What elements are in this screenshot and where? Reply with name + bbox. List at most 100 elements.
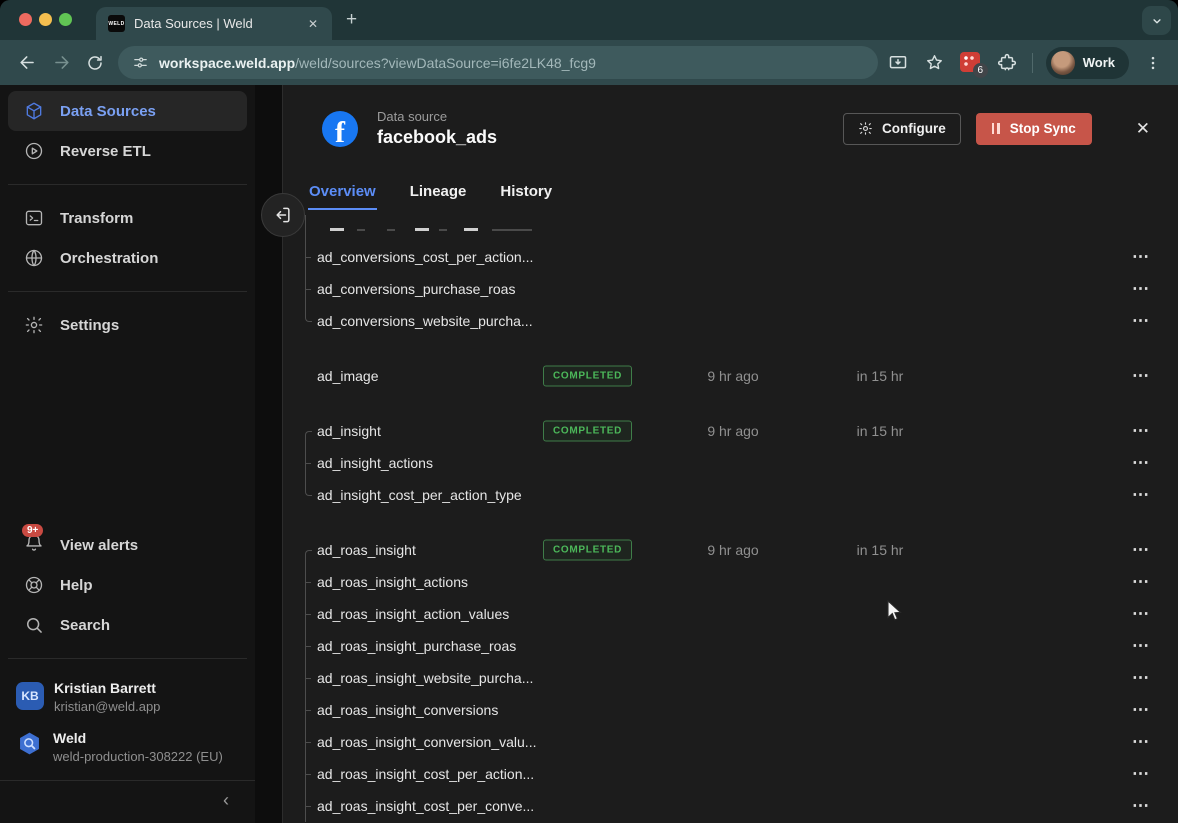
close-panel-icon[interactable]: ✕ [1136,119,1150,139]
browser-toolbar: workspace.weld.app/weld/sources?viewData… [0,40,1178,85]
sidebar-item-label: Settings [60,316,120,334]
extension-badge: 6 [972,62,988,78]
close-window-button[interactable] [19,13,32,26]
workspace-texts: Weld weld-production-308222 (EU) [53,730,223,764]
table-row[interactable]: ad_image COMPLETED 9 hr ago in 15 hr ⋯ [283,360,1178,392]
sidebar-item-orchestration[interactable]: Orchestration [8,238,247,278]
table-name: ad_roas_insight_purchase_roas [317,638,517,654]
tree-connector [305,726,314,758]
refresh-button[interactable] [78,46,112,80]
row-menu-button[interactable]: ⋯ [1126,790,1156,822]
browser-profile-button[interactable]: Work [1045,46,1129,79]
tab-history[interactable]: History [499,183,553,210]
tree-connector [305,360,314,392]
sidebar-item-transform[interactable]: Transform [8,198,247,238]
tab-search-button[interactable] [1142,6,1171,35]
sidebar-item-view-alerts[interactable]: 9+ View alerts [8,524,247,565]
row-menu-button[interactable]: ⋯ [1126,758,1156,790]
url-bar[interactable]: workspace.weld.app/weld/sources?viewData… [118,46,878,79]
table-row[interactable]: ad_roas_insight_purchase_roas ⋯ [283,630,1178,662]
table-name: ad_conversions_cost_per_action... [317,249,534,265]
maximize-window-button[interactable] [59,13,72,26]
browser-tab[interactable]: WELD Data Sources | Weld ✕ [96,7,332,40]
bookmark-star-button[interactable] [923,46,947,80]
table-row[interactable]: ad_insight COMPLETED 9 hr ago in 15 hr ⋯ [283,415,1178,447]
row-menu-button[interactable]: ⋯ [1126,415,1156,447]
table-row[interactable]: ad_roas_insight_actions ⋯ [283,566,1178,598]
table-row[interactable]: ad_conversions_cost_per_action... ⋯ [283,241,1178,273]
table-row[interactable]: ad_roas_insight_conversion_valu... ⋯ [283,726,1178,758]
row-menu-button[interactable]: ⋯ [1126,479,1156,511]
row-menu-button[interactable]: ⋯ [1126,726,1156,758]
pinned-extension-button[interactable]: 6 [959,51,988,78]
table-row[interactable]: ad_roas_insight COMPLETED 9 hr ago in 15… [283,534,1178,566]
data-source-kicker: Data source [377,109,448,124]
close-drawer-button[interactable] [261,193,305,237]
row-menu-button[interactable]: ⋯ [1126,305,1156,337]
new-tab-button[interactable]: + [346,9,357,31]
row-menu-button[interactable]: ⋯ [1126,273,1156,305]
table-group: ad_image COMPLETED 9 hr ago in 15 hr ⋯ [283,360,1178,392]
browser-menu-button[interactable] [1142,46,1164,80]
table-row[interactable]: ad_insight_cost_per_action_type ⋯ [283,479,1178,511]
row-menu-button[interactable]: ⋯ [1126,694,1156,726]
install-app-button[interactable] [886,46,910,80]
table-row[interactable]: ad_roas_insight_website_purcha... ⋯ [283,662,1178,694]
chevron-down-icon [1152,18,1161,23]
row-menu-button[interactable]: ⋯ [1126,630,1156,662]
back-button[interactable] [10,46,44,80]
row-menu-button[interactable]: ⋯ [1126,534,1156,566]
row-menu-button[interactable]: ⋯ [1126,662,1156,694]
minimize-window-button[interactable] [39,13,52,26]
sidebar-divider [8,184,247,185]
tab-overview[interactable]: Overview [308,183,377,210]
row-menu-button[interactable]: ⋯ [1126,598,1156,630]
workspace-account[interactable]: Weld weld-production-308222 (EU) [8,722,247,772]
extensions-menu-button[interactable] [995,46,1019,80]
pause-icon [991,123,1000,134]
row-menu-button[interactable]: ⋯ [1126,566,1156,598]
user-account[interactable]: KB Kristian Barrett kristian@weld.app [8,672,247,722]
browser-window: WELD Data Sources | Weld ✕ + workspace.w… [0,0,1178,823]
sidebar-item-search[interactable]: Search [8,605,247,645]
last-sync-time: 9 hr ago [707,423,759,439]
tree-connector [305,273,314,305]
tab-close-icon[interactable]: ✕ [304,15,322,33]
table-row[interactable]: ad_conversions_purchase_roas ⋯ [283,273,1178,305]
table-row[interactable]: ad_conversions_website_purcha... ⋯ [283,305,1178,337]
sidebar-item-reverse-etl[interactable]: Reverse ETL [8,131,247,171]
row-menu-button[interactable]: ⋯ [1126,241,1156,273]
browser-tabstrip: WELD Data Sources | Weld ✕ + [0,0,1178,40]
row-menu-button[interactable]: ⋯ [1126,447,1156,479]
tree-connector [305,598,314,630]
tree-connector [305,479,314,511]
sidebar-item-help[interactable]: Help [8,565,247,605]
collapse-sidebar-button[interactable]: ‹ [223,791,229,809]
sidebar-item-settings[interactable]: Settings [8,305,247,345]
table-row[interactable]: ad_roas_insight_cost_per_action... ⋯ [283,758,1178,790]
configure-button[interactable]: Configure [842,112,961,145]
table-row[interactable]: ad_roas_insight_conversions ⋯ [283,694,1178,726]
app-content: Data Sources Reverse ETL Transform Orche… [0,85,1178,823]
window-controls [19,13,72,26]
kebab-menu-icon [1151,56,1155,69]
table-row[interactable]: ad_roas_insight_cost_per_conve... ⋯ [283,790,1178,822]
gear-icon [25,316,43,334]
stop-sync-button[interactable]: Stop Sync [975,112,1092,145]
forward-button[interactable] [44,46,78,80]
table-row[interactable]: ad_roas_insight_action_values ⋯ [283,598,1178,630]
sidebar-item-label: Transform [60,209,134,227]
panel-exit-icon [276,207,290,223]
refresh-icon [88,55,102,70]
table-name: ad_roas_insight_cost_per_conve... [317,798,535,814]
tree-connector [305,694,314,726]
tab-lineage[interactable]: Lineage [409,183,468,210]
row-menu-button[interactable]: ⋯ [1126,360,1156,392]
tree-connector [305,415,314,447]
sidebar-item-data-sources[interactable]: Data Sources [8,91,247,131]
status-badge: COMPLETED [543,539,633,561]
terminal-icon [25,210,43,226]
lifebuoy-icon [25,576,43,594]
table-row[interactable]: ad_insight_actions ⋯ [283,447,1178,479]
tree-connector [305,758,314,790]
